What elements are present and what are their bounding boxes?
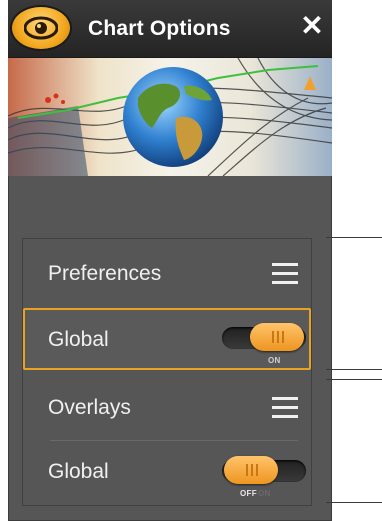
toggle-on-text: ON	[258, 489, 271, 498]
toggle-on-text: ON	[268, 356, 281, 365]
callout-line	[326, 379, 382, 380]
toggle-knob	[224, 456, 278, 484]
overlays-global-label: Global	[48, 460, 109, 483]
callout-line	[326, 502, 382, 503]
toggle-knob	[250, 323, 304, 351]
page-title: Chart Options	[88, 17, 231, 40]
divider	[50, 440, 298, 441]
overlays-label: Overlays	[48, 396, 131, 419]
eye-icon[interactable]	[12, 7, 70, 49]
overlays-global-toggle[interactable]: OFF ON	[222, 456, 306, 498]
preferences-global-label: Global	[48, 328, 109, 351]
title-bar: Chart Options ✕	[8, 0, 332, 58]
toggle-off-text: OFF	[240, 489, 257, 498]
chart-globe-image	[8, 58, 332, 176]
callout-line	[326, 237, 382, 238]
preferences-global-toggle[interactable]: ON	[222, 323, 306, 365]
hamburger-menu-icon[interactable]	[272, 263, 298, 285]
callout-line	[326, 369, 382, 370]
hamburger-menu-icon[interactable]	[272, 397, 298, 419]
close-button[interactable]: ✕	[299, 12, 325, 40]
preferences-label: Preferences	[48, 262, 162, 285]
